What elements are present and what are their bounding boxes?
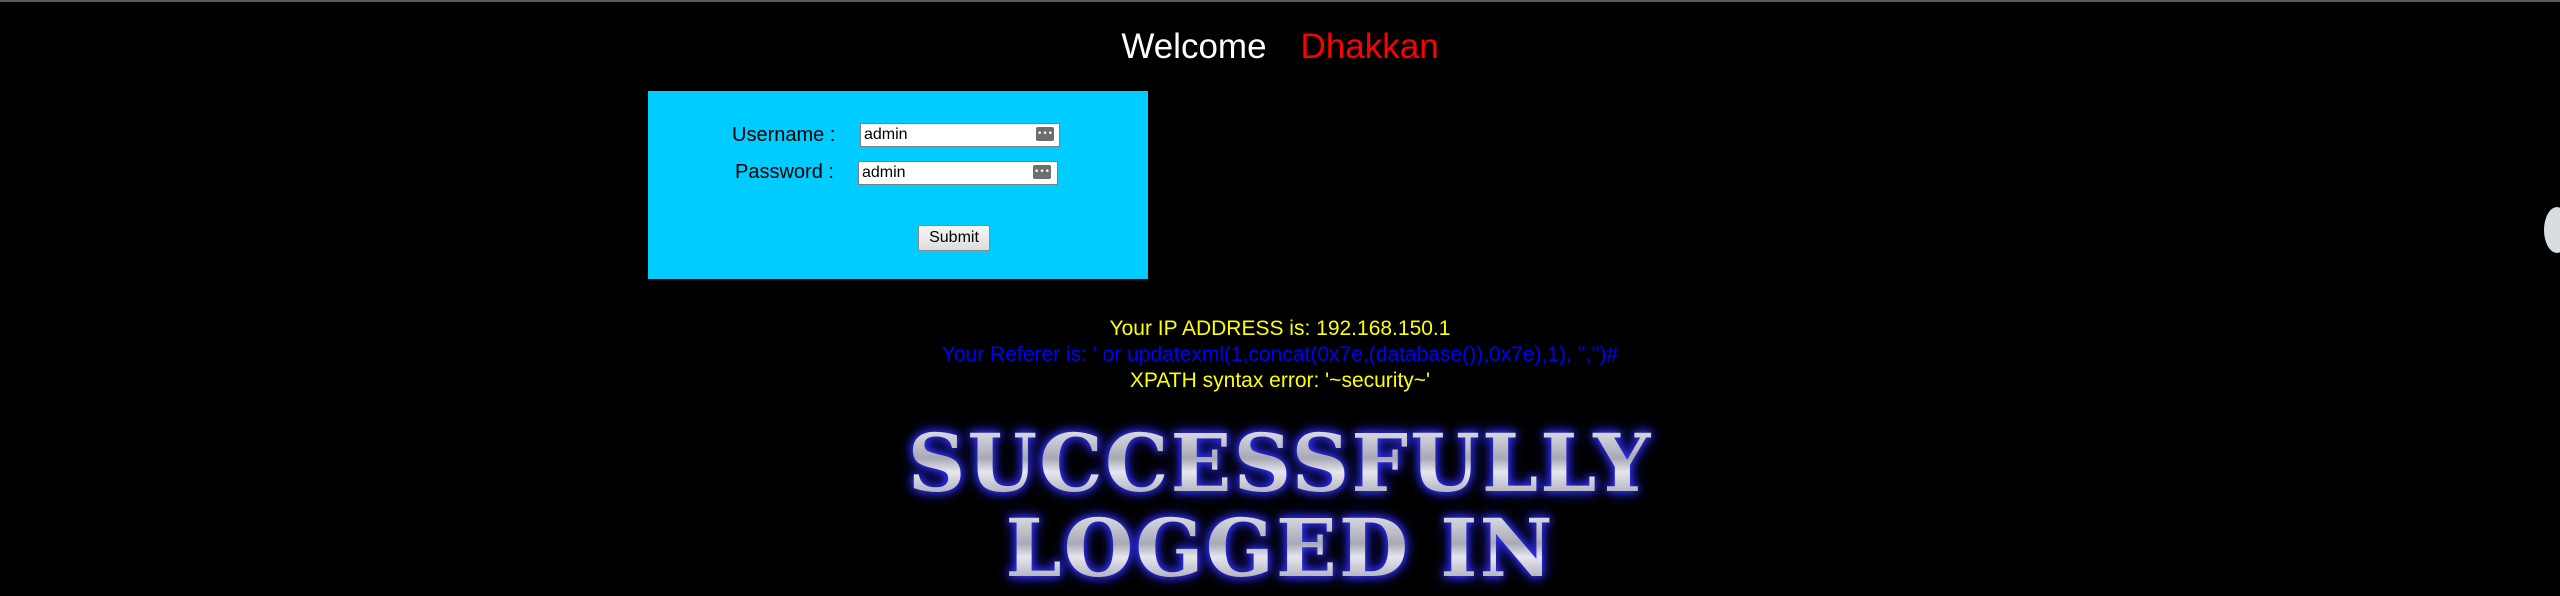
referer-text: Your Referer is: ' or updatexml(1,concat… <box>941 343 1619 366</box>
welcome-text: Welcome <box>1121 27 1267 66</box>
ip-address-text: Your IP ADDRESS is: 192.168.150.1 <box>1109 317 1451 340</box>
username-input[interactable] <box>860 123 1060 147</box>
submit-button[interactable]: Submit <box>918 225 990 251</box>
key-icon[interactable]: ••• <box>1033 165 1051 179</box>
window-top-border <box>0 0 2560 2</box>
xpath-error-text: XPATH syntax error: '~security~' <box>1129 369 1431 392</box>
login-form: Username : ••• Password : ••• Submit <box>648 91 1148 279</box>
success-banner-line2: LOGGED IN <box>0 503 2560 593</box>
username-label: Username : <box>732 124 836 146</box>
user-name: Dhakkan <box>1300 27 1439 66</box>
key-icon[interactable]: ••• <box>1036 127 1054 141</box>
password-input[interactable] <box>858 161 1058 185</box>
password-label: Password : <box>735 161 834 183</box>
success-banner-line1: SUCCESSFULLY <box>0 418 2560 508</box>
welcome-heading: Welcome Dhakkan <box>0 24 2560 70</box>
scroll-handle[interactable] <box>2544 207 2560 253</box>
